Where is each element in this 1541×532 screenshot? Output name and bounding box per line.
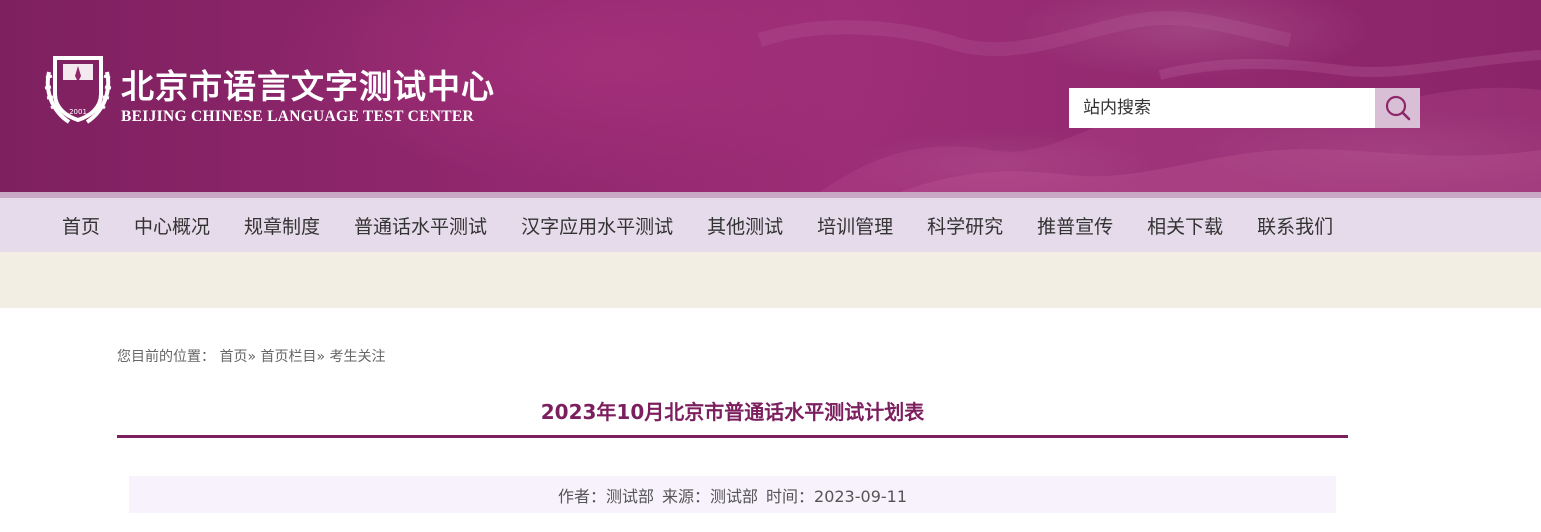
- nav-item-promotion[interactable]: 推普宣传: [1020, 212, 1130, 239]
- nav-item-regulations[interactable]: 规章制度: [227, 212, 337, 239]
- article-meta: 作者：测试部 来源：测试部 时间：2023-09-11: [129, 476, 1336, 513]
- search-icon: [1385, 95, 1410, 121]
- article-author: 作者：测试部: [557, 486, 654, 506]
- nav-item-putonghua-test[interactable]: 普通话水平测试: [337, 212, 504, 239]
- breadcrumb-prefix: 您目前的位置：: [117, 349, 215, 365]
- site-header: 2001 北京市语言文字测试中心 BEIJING CHINESE LANGUAG…: [0, 0, 1541, 192]
- nav-item-research[interactable]: 科学研究: [910, 212, 1020, 239]
- nav-item-contact[interactable]: 联系我们: [1240, 212, 1350, 239]
- main-navigation: 首页 中心概况 规章制度 普通话水平测试 汉字应用水平测试 其他测试 培训管理 …: [0, 198, 1541, 252]
- site-logo[interactable]: 2001 北京市语言文字测试中心 BEIJING CHINESE LANGUAG…: [43, 50, 513, 130]
- nav-item-about[interactable]: 中心概况: [117, 212, 227, 239]
- nav-item-hanzi-test[interactable]: 汉字应用水平测试: [504, 212, 690, 239]
- title-divider: [117, 435, 1348, 438]
- svg-text:2001: 2001: [69, 108, 87, 116]
- site-search: [1069, 88, 1420, 128]
- breadcrumb-section[interactable]: 首页栏目: [260, 349, 316, 365]
- breadcrumb-home[interactable]: 首页: [219, 349, 247, 365]
- article-title: 2023年10月北京市普通话水平测试计划表: [540, 400, 925, 424]
- breadcrumb-category[interactable]: 考生关注: [330, 349, 386, 365]
- article-source: 来源：测试部: [662, 486, 759, 506]
- nav-item-other-tests[interactable]: 其他测试: [690, 212, 800, 239]
- nav-item-home[interactable]: 首页: [45, 212, 117, 239]
- breadcrumb: 您目前的位置： 首页» 首页栏目» 考生关注: [117, 346, 386, 366]
- nav-item-downloads[interactable]: 相关下载: [1130, 212, 1240, 239]
- search-input[interactable]: [1069, 88, 1375, 128]
- search-button[interactable]: [1375, 88, 1420, 128]
- nav-item-training[interactable]: 培训管理: [800, 212, 910, 239]
- breadcrumb-separator: »: [247, 349, 257, 365]
- center-emblem-icon: 2001: [44, 56, 112, 124]
- logo-chinese-name: 北京市语言文字测试中心: [121, 67, 495, 106]
- breadcrumb-separator: »: [316, 349, 326, 365]
- banner-band: [0, 252, 1541, 308]
- article-time: 时间：2023-09-11: [766, 486, 908, 506]
- logo-english-name: BEIJING CHINESE LANGUAGE TEST CENTER: [121, 108, 475, 125]
